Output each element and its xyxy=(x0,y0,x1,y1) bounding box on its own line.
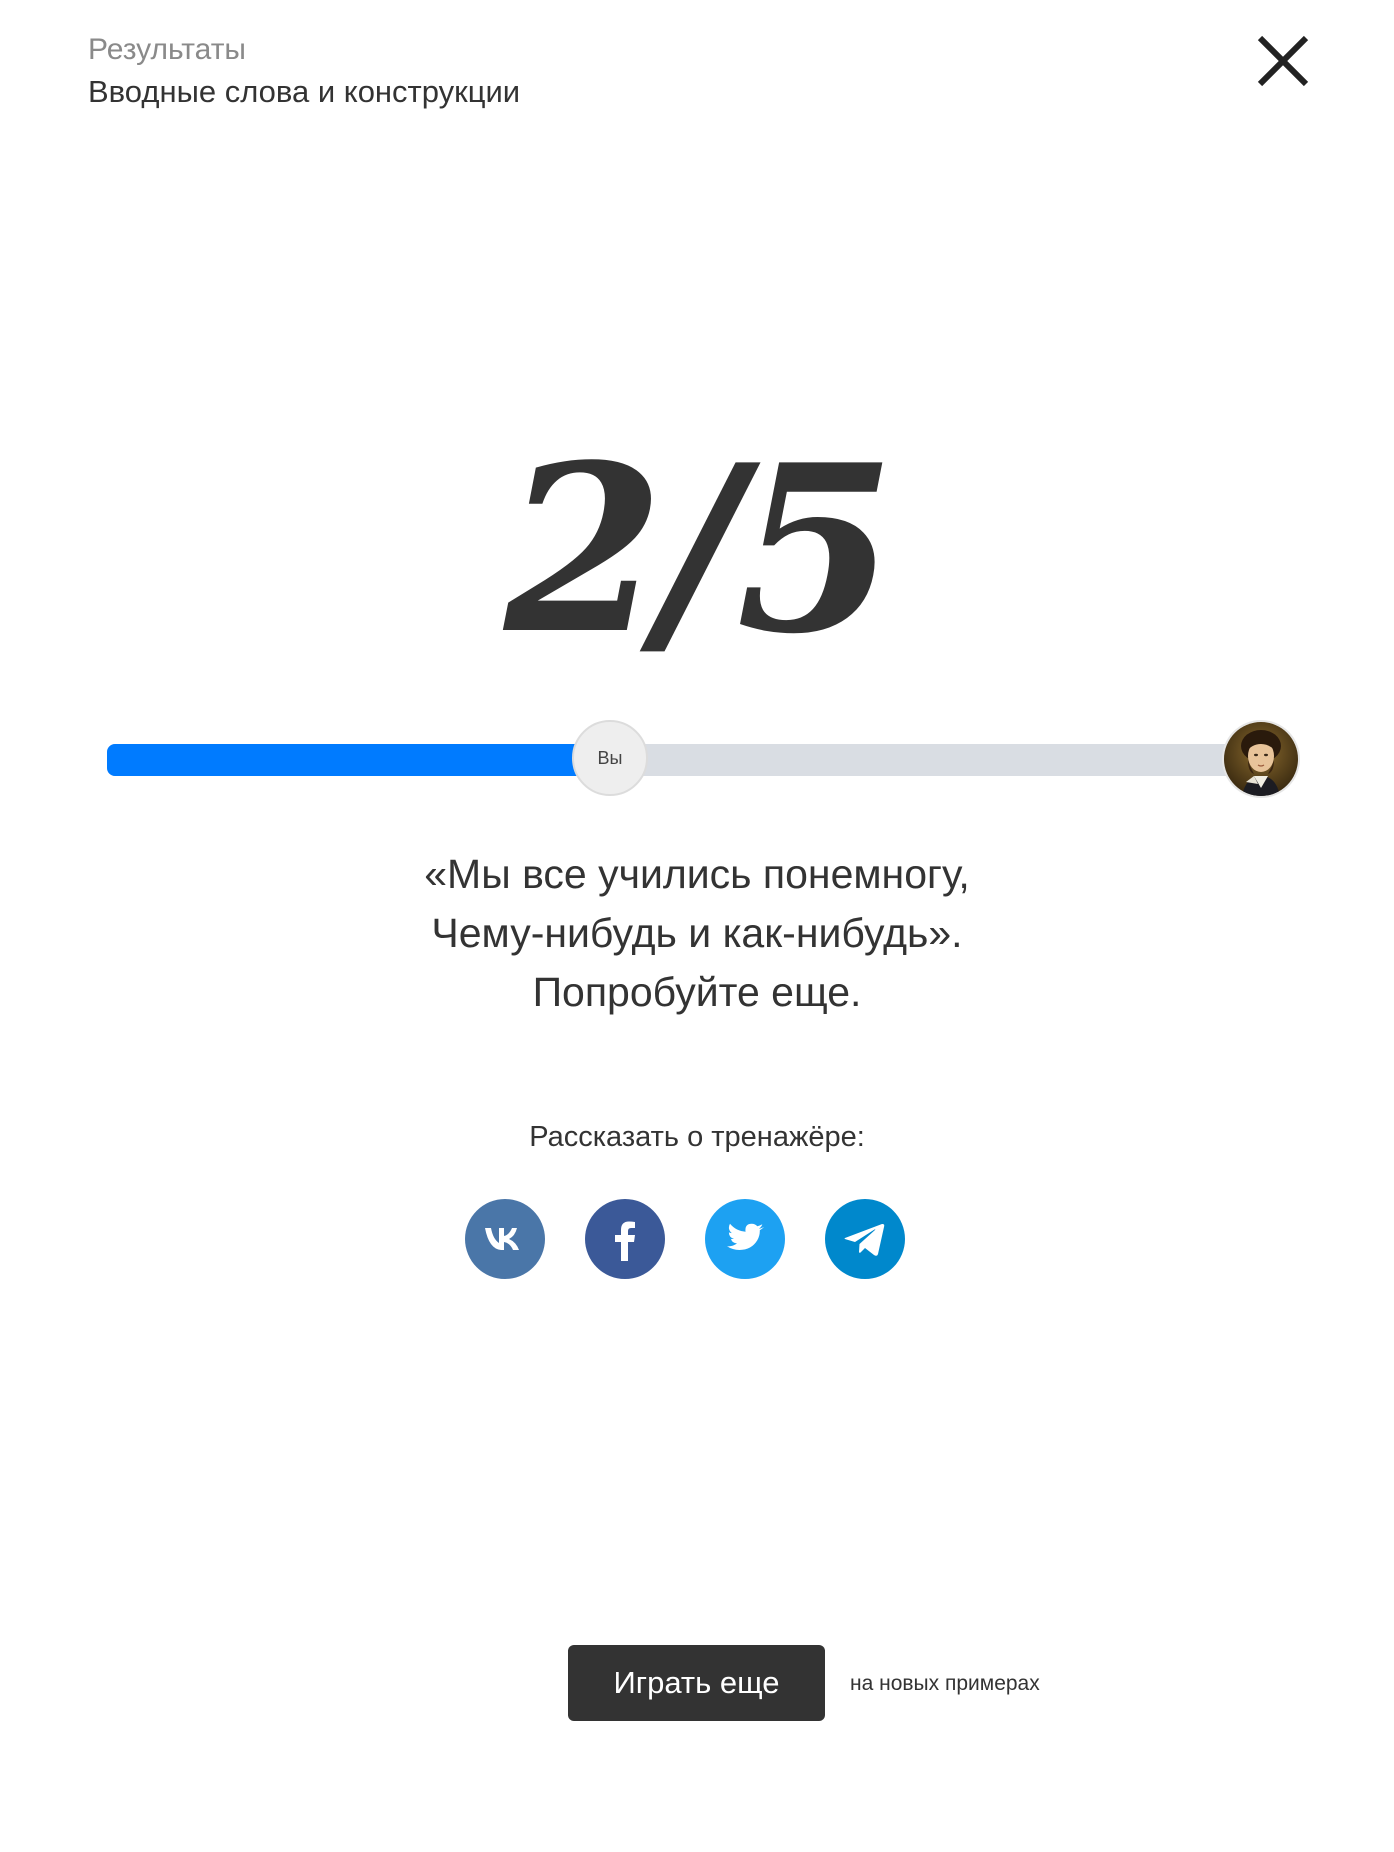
share-telegram-button[interactable] xyxy=(825,1199,905,1279)
play-again-note: на новых примерах xyxy=(850,1672,1040,1695)
facebook-icon xyxy=(585,1199,665,1279)
results-subtitle: Результаты xyxy=(88,33,246,66)
play-again-button[interactable]: Играть еще xyxy=(568,1645,825,1721)
you-marker: Вы xyxy=(572,720,648,796)
score-progress-fill xyxy=(107,744,578,776)
close-button[interactable] xyxy=(1250,28,1316,94)
pushkin-portrait-avatar xyxy=(1222,720,1300,798)
share-label: Рассказать о тренажёре: xyxy=(529,1121,865,1153)
results-header: Результаты Вводные слова и конструкции xyxy=(88,30,520,114)
score-display: 2/5 xyxy=(503,415,896,685)
close-icon xyxy=(1257,35,1309,87)
quote-line: «Мы все учились понемногу, xyxy=(424,851,970,897)
portrait-image xyxy=(1224,722,1298,796)
share-facebook-button[interactable] xyxy=(585,1199,665,1279)
exercise-title: Вводные слова и конструкции xyxy=(88,74,521,109)
share-vk-button[interactable] xyxy=(465,1199,545,1279)
twitter-icon xyxy=(705,1199,785,1279)
score-progress-bar xyxy=(107,744,1285,776)
quote-line: Чему-нибудь и как-нибудь». xyxy=(431,910,963,956)
result-quote: «Мы все учились понемногу, Чему-нибудь и… xyxy=(0,845,1394,1022)
telegram-icon xyxy=(825,1199,905,1279)
vk-icon xyxy=(465,1199,545,1279)
share-twitter-button[interactable] xyxy=(705,1199,785,1279)
quote-line: Попробуйте еще. xyxy=(532,969,862,1015)
